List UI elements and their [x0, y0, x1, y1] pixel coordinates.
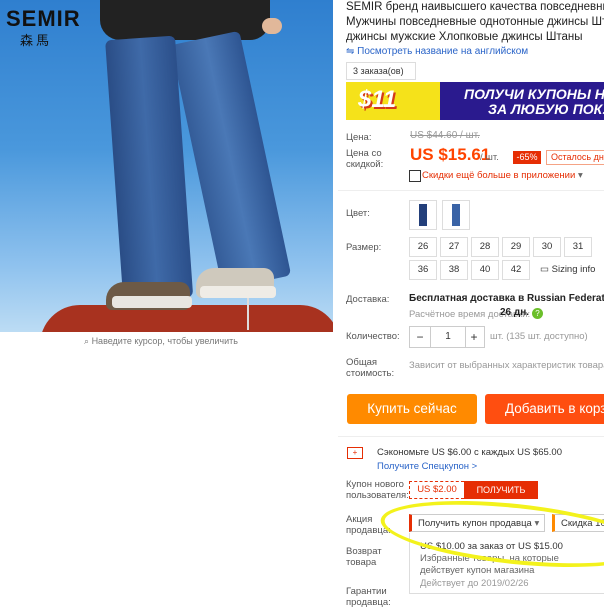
brand-logo: SEMIR	[6, 6, 81, 31]
title-line: SEMIR бренд наивысшего качества повседне…	[346, 1, 604, 13]
per-unit: / шт.	[480, 152, 499, 163]
ruler-icon: ▭	[540, 264, 549, 275]
return-label: Возврат товара	[346, 546, 382, 568]
chevron-down-icon: ▾	[577, 170, 583, 181]
shipping-label: Доставка:	[346, 294, 390, 305]
jeans-thumbnail	[419, 204, 427, 226]
get-coupon-button[interactable]: ПОЛУЧИТЬ	[464, 481, 538, 499]
size-option[interactable]: 31	[564, 237, 592, 257]
right-shoe-sole	[200, 286, 276, 298]
quantity-plus-button[interactable]: +	[464, 327, 484, 347]
hand	[262, 18, 282, 34]
discount-badge: -65%	[513, 151, 541, 164]
quantity-input[interactable]: 1	[430, 327, 466, 347]
zoom-hint-text: Наведите курсор, чтобы увеличить	[91, 336, 238, 346]
size-option[interactable]: 29	[502, 237, 530, 257]
time-remaining: Осталось дн	[546, 150, 604, 165]
brand-logo-cn: 森馬	[20, 33, 53, 48]
orders-count: 3 заказа(ов)	[346, 62, 416, 80]
total-text: Зависит от выбранных характеристик товар…	[409, 360, 604, 371]
divider	[338, 436, 604, 437]
zoom-hint: ⌕ Наведите курсор, чтобы увеличить	[84, 336, 238, 347]
left-shoe-sole	[112, 296, 192, 308]
shipping-text: Бесплатная доставка в Russian Federation…	[409, 293, 604, 304]
delivery-estimate-days: 26 дн.	[500, 307, 530, 318]
seller-coupon-desc: действует купон магазина	[420, 565, 535, 576]
color-swatch-blue[interactable]	[442, 200, 470, 230]
old-price: US $44.60 / шт.	[410, 130, 480, 141]
size-option[interactable]: 30	[533, 237, 561, 257]
product-title: SEMIR бренд наивысшего качества повседне…	[346, 0, 604, 45]
size-option[interactable]: 38	[440, 260, 468, 280]
size-option[interactable]: 26	[409, 237, 437, 257]
special-coupon-link[interactable]: Получите Спецкупон >	[377, 461, 477, 472]
color-label: Цвет:	[346, 208, 370, 219]
buy-now-button[interactable]: Купить сейчас	[347, 394, 477, 424]
color-swatch-dark[interactable]	[409, 200, 437, 230]
product-image[interactable]: SEMIR 森馬	[0, 0, 333, 332]
price-label: Цена:	[346, 132, 372, 143]
quantity-label: Количество:	[346, 331, 400, 342]
size-option[interactable]: 40	[471, 260, 499, 280]
quantity-minus-button[interactable]: −	[410, 327, 430, 347]
banner-line-2: ЗА ЛЮБУЮ ПОКУП	[488, 101, 604, 117]
total-label: Общая стоимость:	[346, 357, 395, 379]
size-option[interactable]: 42	[502, 260, 530, 280]
sizing-info-link[interactable]: ▭ Sizing info	[540, 264, 595, 275]
qr-code-icon	[409, 170, 421, 182]
seller-coupon-expiry: Действует до 2019/02/26	[420, 578, 529, 589]
translate-link[interactable]: ⇋ Посмотреть название на английском	[346, 46, 528, 57]
size-option[interactable]: 28	[471, 237, 499, 257]
app-discount-text: Скидки ещё больше в приложении	[422, 170, 576, 181]
new-user-coupon-value: US $2.00	[409, 481, 464, 499]
translate-link-text: Посмотреть название на английском	[357, 46, 529, 57]
size-label: Размер:	[346, 242, 382, 253]
divider	[338, 190, 604, 191]
banner-line-1: ПОЛУЧИ КУПОНЫ НА	[464, 86, 604, 102]
size-option[interactable]: 27	[440, 237, 468, 257]
discount-price-label: Цена со скидкой:	[346, 148, 384, 170]
sizing-info-text: Sizing info	[551, 264, 596, 275]
app-discount-link[interactable]: Скидки ещё больше в приложении ▾	[422, 170, 583, 181]
add-to-cart-button[interactable]: Добавить в корз	[485, 394, 604, 424]
jeans-thumbnail	[452, 204, 460, 226]
size-option[interactable]: 36	[409, 260, 437, 280]
jacket	[100, 0, 270, 40]
special-coupon-text: Сэкономьте US $6.00 с каждых US $65.00	[377, 447, 562, 458]
coupon-banner[interactable]: $11 ПОЛУЧИ КУПОНЫ НА ЗА ЛЮБУЮ ПОКУП	[346, 82, 604, 120]
quantity-stepper: − 1 +	[409, 326, 485, 348]
quantity-available: шт. (135 шт. доступно)	[490, 331, 588, 342]
magnifier-icon: ⌕	[84, 336, 90, 346]
question-icon[interactable]: ?	[532, 308, 543, 319]
coupon-icon: +	[347, 447, 363, 459]
banner-price: $11	[358, 86, 397, 113]
guarantee-label: Гарантии продавца:	[346, 586, 391, 608]
title-line: Мужчины повседневные однотонные джинсы Ш…	[346, 16, 604, 28]
new-user-coupon-label: Купон нового пользователя:	[346, 479, 409, 501]
translate-icon: ⇋	[346, 46, 355, 57]
discount-price: US $15.61	[410, 145, 491, 164]
title-line: джинсы мужские Хлопковые джинсы Штаны	[346, 31, 583, 43]
